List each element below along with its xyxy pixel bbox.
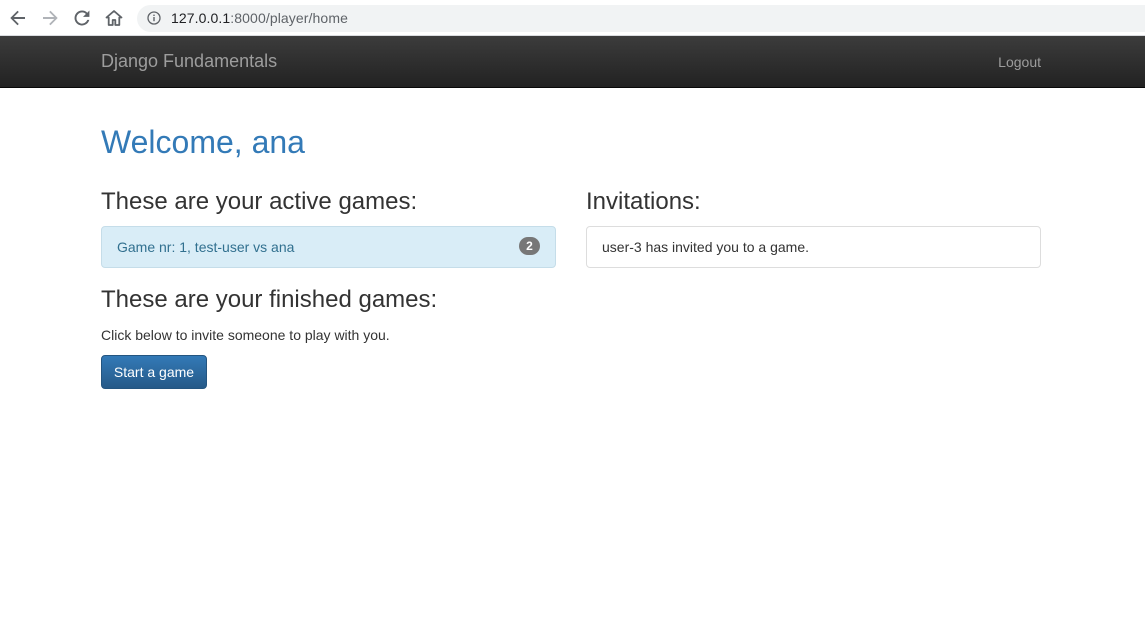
browser-toolbar: 127.0.0.1:8000/player/home — [0, 0, 1145, 36]
info-icon[interactable] — [147, 11, 161, 25]
forward-arrow-icon[interactable] — [40, 8, 60, 28]
active-game-item[interactable]: Game nr: 1, test-user vs ana 2 — [101, 226, 556, 268]
address-bar[interactable]: 127.0.0.1:8000/player/home — [137, 5, 1145, 32]
active-game-label: Game nr: 1, test-user vs ana — [117, 239, 295, 255]
brand-link[interactable]: Django Fundamentals — [101, 51, 277, 72]
navbar: Django Fundamentals Logout — [0, 36, 1145, 88]
page-title: Welcome, ana — [101, 124, 305, 160]
move-count-badge: 2 — [519, 237, 540, 255]
active-games-heading: These are your active games: — [101, 188, 418, 215]
start-game-button[interactable]: Start a game — [101, 355, 207, 389]
home-icon[interactable] — [104, 8, 124, 28]
url-path: :8000/player/home — [230, 10, 348, 26]
invite-hint-text: Click below to invite someone to play wi… — [101, 327, 390, 343]
reload-icon[interactable] — [72, 8, 92, 28]
invitation-item[interactable]: user-3 has invited you to a game. — [586, 226, 1041, 268]
url-text[interactable]: 127.0.0.1:8000/player/home — [171, 10, 348, 26]
invitations-heading: Invitations: — [586, 188, 701, 215]
back-arrow-icon[interactable] — [8, 8, 28, 28]
invitation-label: user-3 has invited you to a game. — [602, 239, 810, 255]
url-host: 127.0.0.1 — [171, 10, 231, 26]
logout-link[interactable]: Logout — [998, 54, 1041, 70]
finished-games-heading: These are your finished games: — [101, 286, 438, 313]
